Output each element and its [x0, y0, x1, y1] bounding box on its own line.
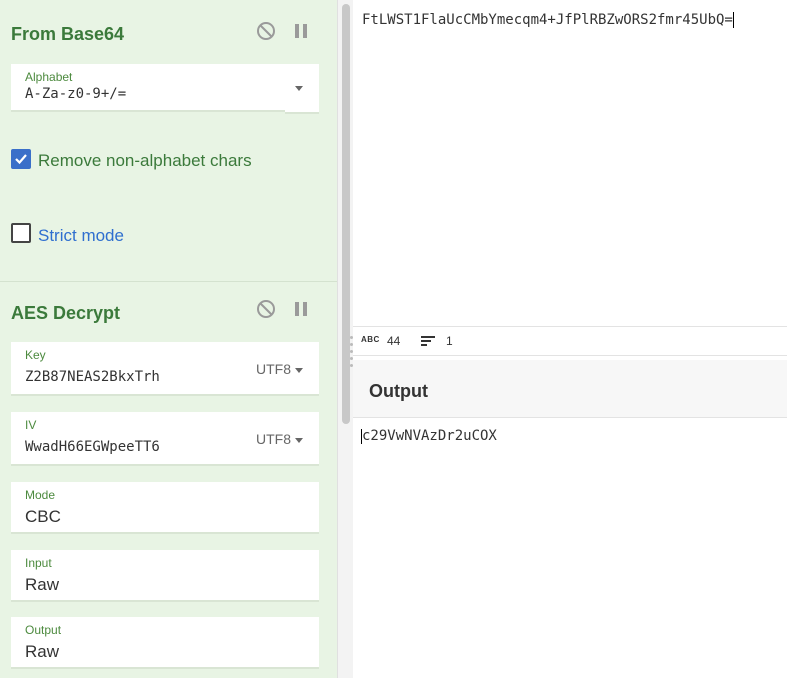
- abc-icon: ABC: [361, 335, 380, 344]
- pause-icon[interactable]: [290, 20, 312, 42]
- operation-divider: [0, 281, 337, 282]
- key-encoding-dropdown[interactable]: UTF8: [256, 361, 303, 377]
- mode-label: Mode: [25, 488, 56, 502]
- aes-decrypt-title: AES Decrypt: [11, 303, 121, 323]
- input-length: 44: [387, 334, 401, 348]
- input-format-value: Raw: [25, 575, 60, 594]
- check-icon: [15, 154, 27, 165]
- key-encoding-value: UTF8: [256, 361, 291, 377]
- output-textarea[interactable]: c29VwNVAzDr2uCOX: [361, 428, 497, 444]
- mode-value: CBC: [25, 507, 61, 526]
- iv-field[interactable]: IV WwadH66EGWpeeTT6 UTF8: [11, 412, 319, 466]
- iv-encoding-dropdown[interactable]: UTF8: [256, 431, 303, 447]
- disable-icon[interactable]: [255, 298, 277, 320]
- iv-value: WwadH66EGWpeeTT6: [25, 439, 160, 455]
- input-format-field[interactable]: Input Raw: [11, 550, 319, 602]
- disable-icon[interactable]: [255, 20, 277, 42]
- io-panel: FtLWST1FlaUcCMbYmecqm4+JfPlRBZwORS2fmr45…: [353, 0, 787, 678]
- from-base64-title: From Base64: [11, 24, 125, 44]
- chevron-down-icon: [295, 86, 303, 91]
- output-format-value: Raw: [25, 642, 60, 661]
- remove-non-alphabet-checkbox[interactable]: [11, 149, 31, 169]
- chevron-down-icon: [295, 437, 303, 443]
- alphabet-dropdown[interactable]: [285, 64, 319, 114]
- iv-label: IV: [25, 418, 37, 432]
- alphabet-value: A-Za-z0-9+/=: [25, 86, 127, 102]
- iv-encoding-value: UTF8: [256, 431, 291, 447]
- input-status-bar: ABC 44 1: [353, 326, 787, 356]
- pause-icon[interactable]: [290, 298, 312, 320]
- io-resize-handle[interactable]: [633, 356, 673, 369]
- mode-field[interactable]: Mode CBC: [11, 482, 319, 534]
- key-label: Key: [25, 348, 46, 362]
- input-textarea[interactable]: FtLWST1FlaUcCMbYmecqm4+JfPlRBZwORS2fmr45…: [362, 12, 734, 28]
- recipe-panel: From Base64 Alphabet A-Za-z0-9+/= Remove…: [0, 0, 338, 678]
- input-format-label: Input: [25, 556, 52, 570]
- key-field[interactable]: Key Z2B87NEAS2BkxTrh UTF8: [11, 342, 319, 396]
- input-line-count: 1: [446, 334, 453, 348]
- alphabet-label: Alphabet: [25, 70, 73, 84]
- remove-non-alphabet-label[interactable]: Remove non-alphabet chars: [38, 151, 252, 171]
- output-text: c29VwNVAzDr2uCOX: [362, 428, 497, 444]
- text-caret: [732, 12, 734, 28]
- input-text: FtLWST1FlaUcCMbYmecqm4+JfPlRBZwORS2fmr45…: [362, 12, 733, 28]
- output-title: Output: [369, 381, 428, 401]
- lines-icon: [421, 336, 435, 346]
- key-value: Z2B87NEAS2BkxTrh: [25, 369, 160, 385]
- strict-mode-checkbox[interactable]: [11, 223, 31, 243]
- output-format-field[interactable]: Output Raw: [11, 617, 319, 669]
- alphabet-field[interactable]: Alphabet A-Za-z0-9+/=: [11, 64, 285, 112]
- strict-mode-label[interactable]: Strict mode: [38, 226, 124, 246]
- scrollbar-thumb[interactable]: [342, 4, 350, 424]
- chevron-down-icon: [295, 367, 303, 373]
- output-header: Output: [353, 360, 787, 418]
- output-format-label: Output: [25, 623, 62, 637]
